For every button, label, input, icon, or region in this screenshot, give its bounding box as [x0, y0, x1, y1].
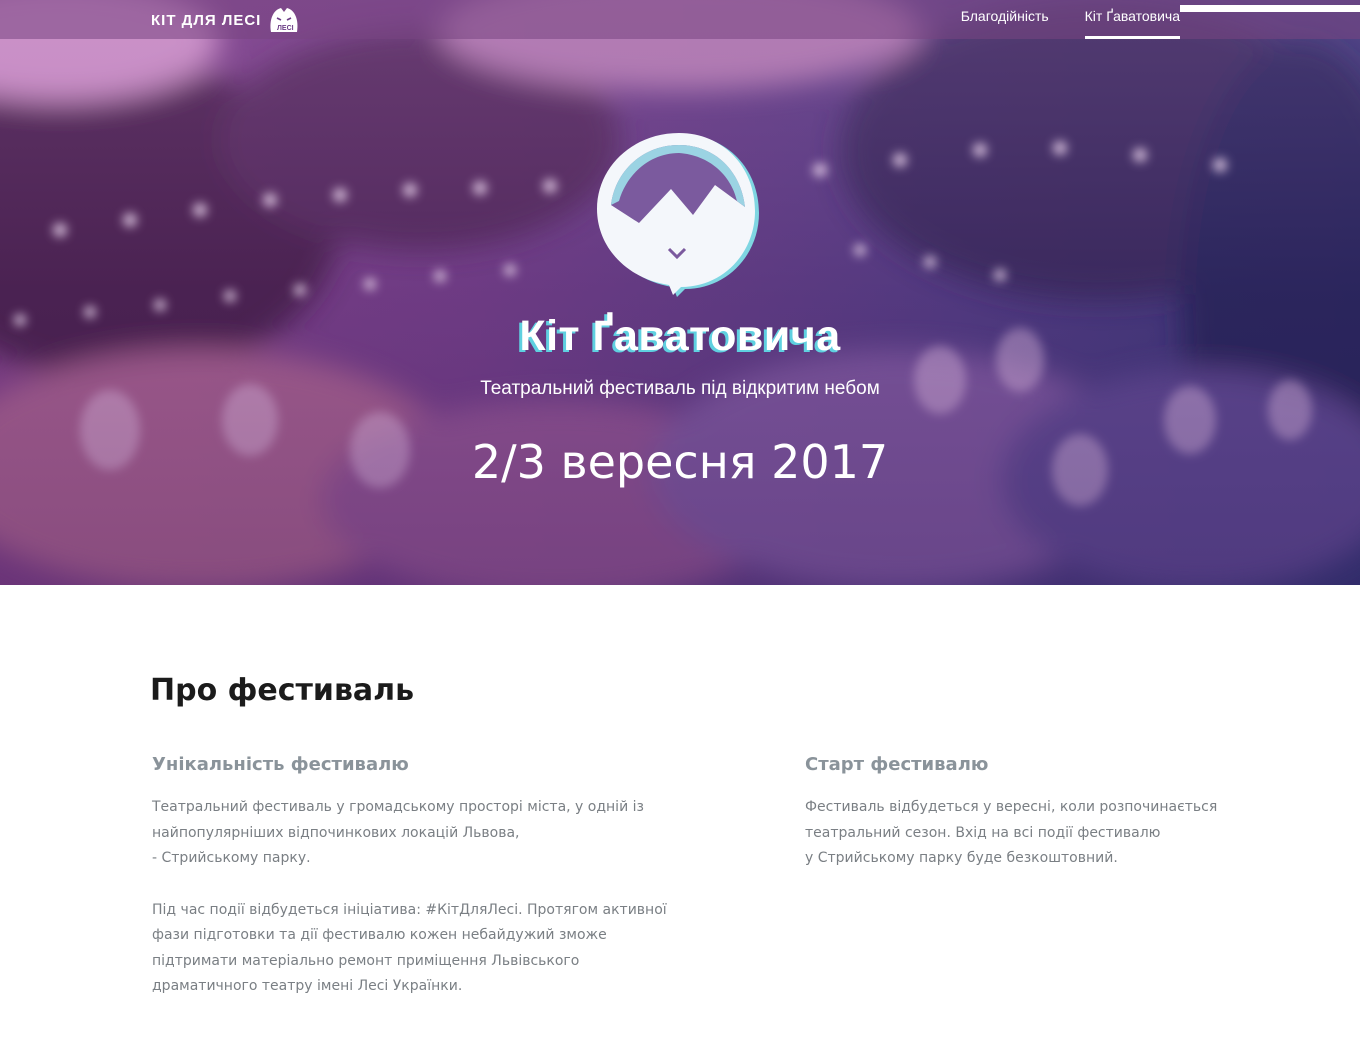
hero-subtitle: Театральний фестиваль під відкритим небо… [480, 378, 880, 399]
mountain-speech-bubble-logo-icon [597, 133, 759, 297]
uniqueness-paragraph-2: Під час події відбудеться ініціатива: #К… [152, 898, 672, 1000]
topbar-edge-strip [1180, 5, 1360, 12]
uniqueness-heading: Унікальність фестивалю [152, 754, 409, 775]
text-line: у Стрийському парку буде безкоштовний. [805, 850, 1118, 866]
cat-head-badge-icon: ЛЕСІ [270, 8, 298, 32]
text-line: Фестиваль відбудеться у вересні, коли ро… [805, 799, 1218, 815]
top-navigation-bar: КІТ ДЛЯ ЛЕСІ ЛЕСІ Благодійність Кіт Ґава… [0, 0, 1360, 39]
main-nav: Благодійність Кіт Ґаватовича [925, 0, 1181, 39]
brand-logo-link[interactable]: КІТ ДЛЯ ЛЕСІ ЛЕСІ [151, 6, 301, 34]
about-column-uniqueness: Унікальність фестивалю Театральний фести… [152, 754, 672, 1000]
text-line: драматичного театру імені Лесі Українки. [152, 978, 463, 994]
text-line: Під час події відбудеться ініціатива: #К… [152, 901, 667, 918]
about-section-title: Про фестиваль [150, 673, 415, 708]
uniqueness-paragraph-1: Театральний фестиваль у громадському про… [152, 795, 672, 872]
text-line: фази підготовки та дії фестивалю кожен н… [152, 927, 607, 943]
hero-title: Кіт Ґаватовича [519, 312, 841, 360]
brand-text: КІТ ДЛЯ ЛЕСІ [151, 11, 262, 29]
nav-item-charity[interactable]: Благодійність [961, 0, 1049, 39]
text-line: Театральний фестиваль у громадському про… [152, 799, 644, 815]
text-line: театральний сезон. Вхід на всі події фес… [805, 824, 1161, 841]
hero-section: Кіт Ґаватовича Театральний фестиваль під… [0, 0, 1360, 585]
text-line: - Стрийському парку. [152, 850, 311, 866]
text-line: найпопулярніших відпочинкових локацій Ль… [152, 824, 520, 841]
hero-date: 2/3 вересня 2017 [471, 435, 889, 489]
text-line: підтримати матеріально ремонт приміщення… [152, 952, 580, 969]
about-column-start: Старт фестивалю Фестиваль відбудеться у … [805, 754, 1325, 872]
nav-item-kit-havatovycha[interactable]: Кіт Ґаватовича [1084, 0, 1181, 39]
brand-badge-text: ЛЕСІ [277, 25, 294, 32]
start-heading: Старт фестивалю [805, 754, 989, 775]
start-paragraph: Фестиваль відбудеться у вересні, коли ро… [805, 795, 1325, 872]
